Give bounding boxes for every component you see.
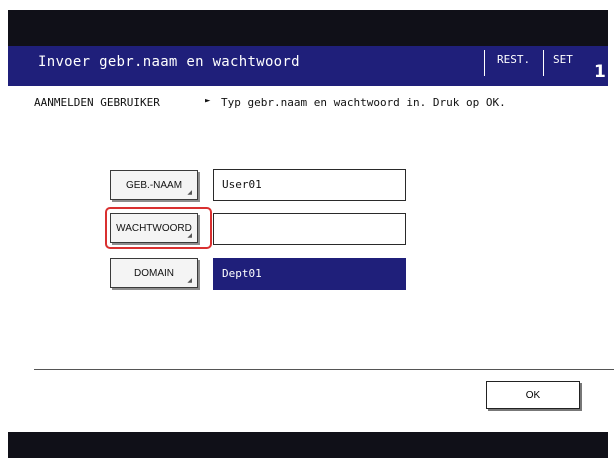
domain-button[interactable]: DOMAIN ◢ [110,258,198,288]
corner-arrow-icon: ◢ [187,278,192,284]
corner-arrow-icon: ◢ [187,233,192,239]
section-label: AANMELDEN GEBRUIKER [34,96,160,109]
ok-button[interactable]: OK [486,381,580,409]
title-bar: Invoer gebr.naam en wachtwoord REST. SET… [8,46,608,86]
set-count: 1 [594,62,606,82]
username-button-label: GEB.-NAAM [125,179,183,191]
divider [34,369,614,370]
panel-screen: Invoer gebr.naam en wachtwoord REST. SET… [0,0,615,462]
bottom-frame [8,432,608,458]
instruction-text: Typ gebr.naam en wachtwoord in. Druk op … [221,96,506,109]
rest-label: REST. [497,53,531,66]
password-button[interactable]: WACHTWOORD ◢ [110,213,198,243]
password-field[interactable] [213,213,406,245]
username-field[interactable]: User01 [213,169,406,201]
title-divider [484,50,485,76]
domain-field[interactable]: Dept01 [213,258,406,290]
arrow-right-icon: ► [205,96,211,106]
corner-arrow-icon: ◢ [187,190,192,196]
page-title: Invoer gebr.naam en wachtwoord [38,54,300,70]
password-button-label: WACHTWOORD [116,222,192,234]
top-frame [8,10,608,46]
ok-button-label: OK [525,389,541,401]
username-button[interactable]: GEB.-NAAM ◢ [110,170,198,200]
title-divider [543,50,544,76]
main-content: AANMELDEN GEBRUIKER ► Typ gebr.naam en w… [8,86,614,432]
set-label: SET [553,53,573,66]
domain-button-label: DOMAIN [134,267,174,279]
